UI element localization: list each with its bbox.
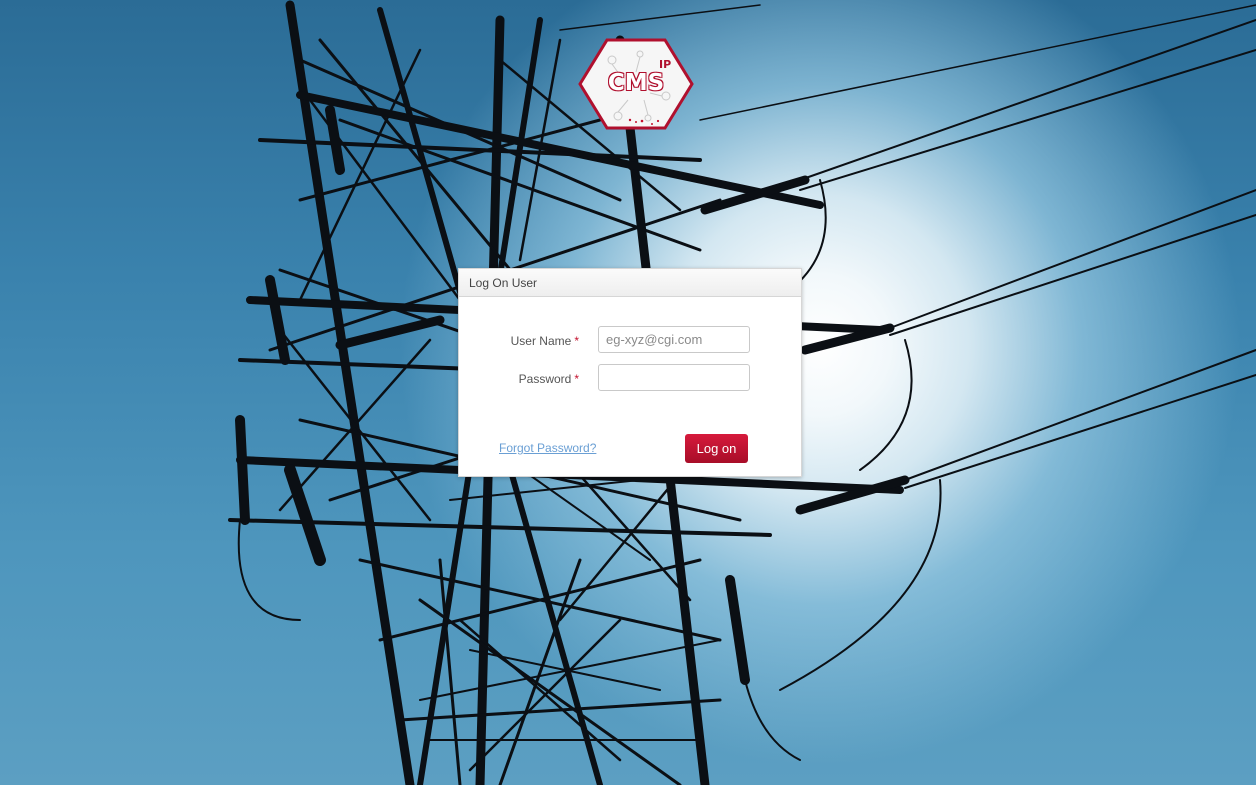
login-dialog: Log On User User Name* Password* Forgot … <box>458 268 802 477</box>
password-label: Password * <box>459 372 579 386</box>
log-on-button[interactable]: Log on <box>685 434 748 463</box>
password-label-text: Password <box>518 372 572 386</box>
password-input[interactable] <box>598 364 750 391</box>
username-input[interactable] <box>598 326 750 353</box>
required-marker: * <box>574 334 579 348</box>
cms-ip-logo: CMS IP <box>578 38 694 130</box>
forgot-password-link[interactable]: Forgot Password? <box>499 441 596 455</box>
required-marker: * <box>574 372 579 386</box>
dialog-title: Log On User <box>459 269 801 297</box>
login-page: CMS IP Log On User User Name* Password* … <box>0 0 1256 785</box>
logo-superscript: IP <box>659 58 672 71</box>
username-label: User Name * <box>459 334 579 348</box>
logo-brand-text: CMS <box>607 70 665 96</box>
username-label-text: User Name <box>510 334 572 348</box>
